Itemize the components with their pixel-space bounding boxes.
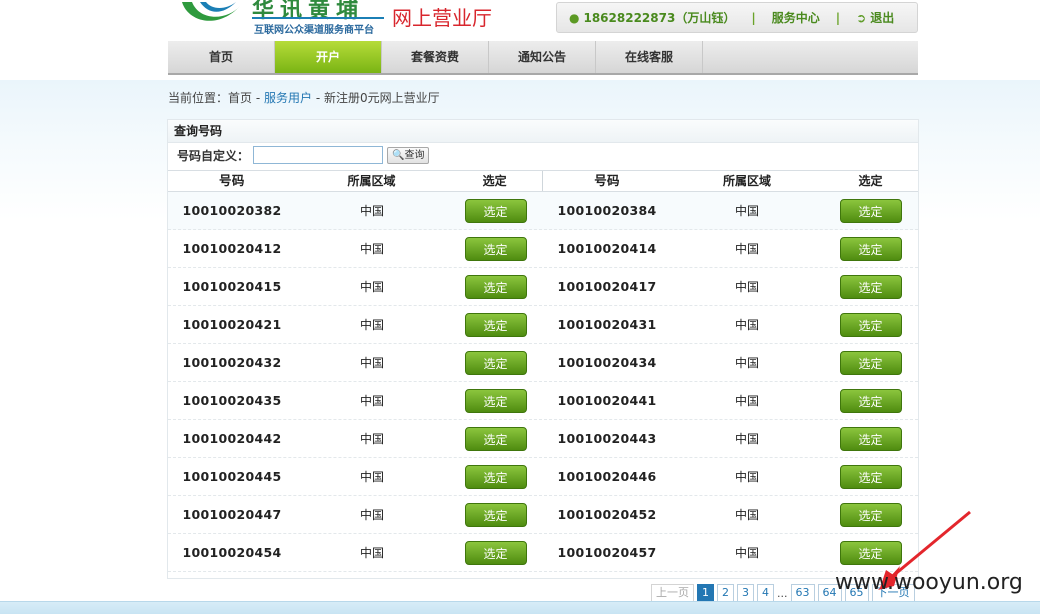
watermark: www.wooyun.org: [835, 570, 1023, 595]
annotation-arrow-icon: [878, 510, 971, 590]
